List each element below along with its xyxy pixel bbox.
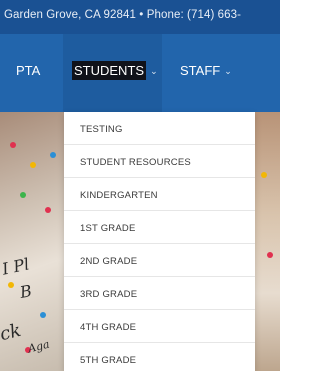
hero-photo-left: I Pl B ck Aga (0, 112, 64, 371)
nav-item-staff-label: STAFF (180, 63, 221, 78)
menu-item-5th-grade[interactable]: 5TH GRADE (64, 343, 255, 371)
confetti-dot (10, 142, 16, 148)
address-phone-text: Garden Grove, CA 92841 • Phone: (714) 66… (4, 9, 242, 21)
menu-item-label: 2ND GRADE (80, 256, 138, 267)
confetti-dot (8, 282, 14, 288)
hero-photo-right (255, 112, 280, 371)
nav-item-staff[interactable]: STAFF ⌄ (180, 63, 232, 78)
menu-item-label: 4TH GRADE (80, 322, 137, 333)
menu-item-2nd-grade[interactable]: 2ND GRADE (64, 244, 255, 277)
poster-scribble: I Pl (0, 254, 31, 279)
confetti-dot (40, 312, 46, 318)
menu-item-testing[interactable]: TESTING (64, 112, 255, 145)
confetti-dot (261, 172, 267, 178)
menu-item-label: 1ST GRADE (80, 223, 136, 234)
chevron-down-icon: ⌄ (224, 66, 232, 76)
menu-item-label: STUDENT RESOURCES (80, 157, 191, 168)
poster-scribble: B (18, 281, 34, 302)
menu-item-student-resources[interactable]: STUDENT RESOURCES (64, 145, 255, 178)
top-info-bar: Garden Grove, CA 92841 • Phone: (714) 66… (0, 0, 280, 34)
main-navigation: PTA STUDENTS ⌄ STAFF ⌄ (0, 34, 280, 112)
menu-item-3rd-grade[interactable]: 3RD GRADE (64, 277, 255, 310)
confetti-dot (50, 152, 56, 158)
nav-item-students[interactable]: STUDENTS ⌄ (72, 61, 158, 80)
students-dropdown-menu: TESTING STUDENT RESOURCES KINDERGARTEN 1… (64, 112, 255, 371)
menu-item-1st-grade[interactable]: 1ST GRADE (64, 211, 255, 244)
menu-item-label: KINDERGARTEN (80, 190, 158, 201)
chevron-down-icon: ⌄ (150, 66, 158, 76)
confetti-dot (267, 252, 273, 258)
poster-scribble: Aga (26, 337, 51, 356)
nav-item-pta-label: PTA (16, 63, 41, 78)
nav-item-pta[interactable]: PTA (16, 63, 40, 78)
confetti-dot (20, 192, 26, 198)
menu-item-kindergarten[interactable]: KINDERGARTEN (64, 178, 255, 211)
menu-item-4th-grade[interactable]: 4TH GRADE (64, 310, 255, 343)
confetti-dot (45, 207, 51, 213)
confetti-dot (30, 162, 36, 168)
menu-item-label: TESTING (80, 124, 123, 135)
poster-scribble: ck (0, 319, 24, 346)
menu-item-label: 5TH GRADE (80, 355, 137, 366)
nav-item-students-label: STUDENTS (72, 61, 147, 80)
menu-item-label: 3RD GRADE (80, 289, 138, 300)
